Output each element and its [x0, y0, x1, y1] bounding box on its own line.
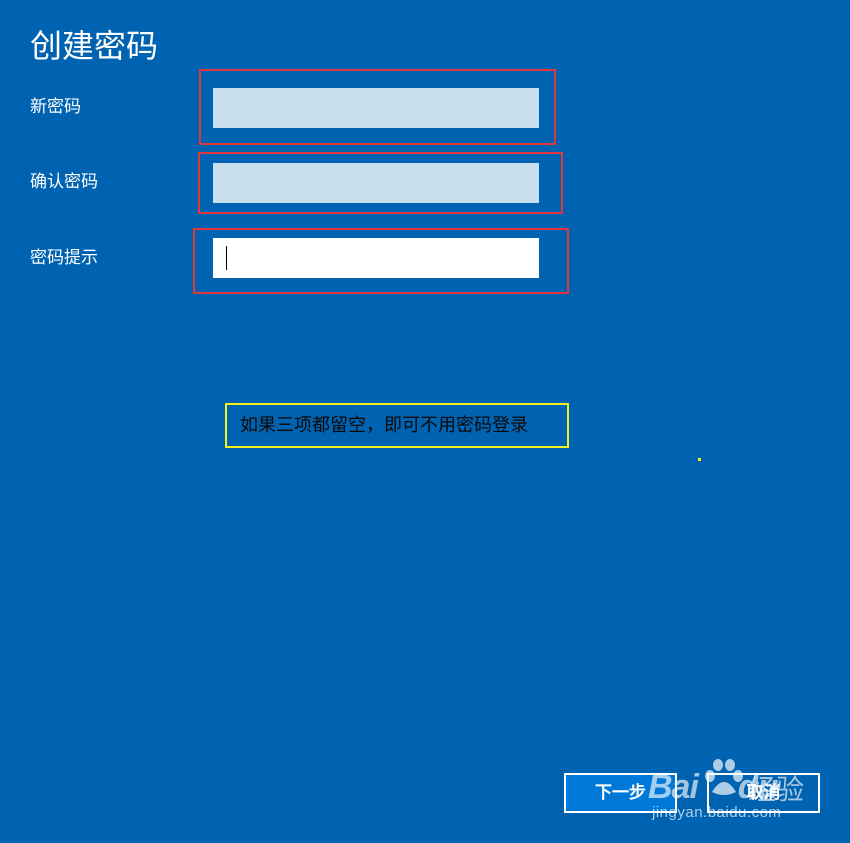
new-password-label: 新密码	[30, 97, 81, 117]
annotation-note: 如果三项都留空，即可不用密码登录	[225, 403, 569, 448]
annotation-dot	[698, 458, 701, 461]
password-hint-highlight	[193, 228, 569, 294]
password-hint-label: 密码提示	[30, 248, 98, 268]
confirm-password-label: 确认密码	[30, 172, 98, 192]
confirm-password-highlight	[198, 152, 563, 214]
cancel-button[interactable]: 取消	[707, 773, 820, 813]
dialog-title: 创建密码	[30, 27, 159, 65]
next-button[interactable]: 下一步	[564, 773, 677, 813]
new-password-highlight	[199, 69, 556, 145]
